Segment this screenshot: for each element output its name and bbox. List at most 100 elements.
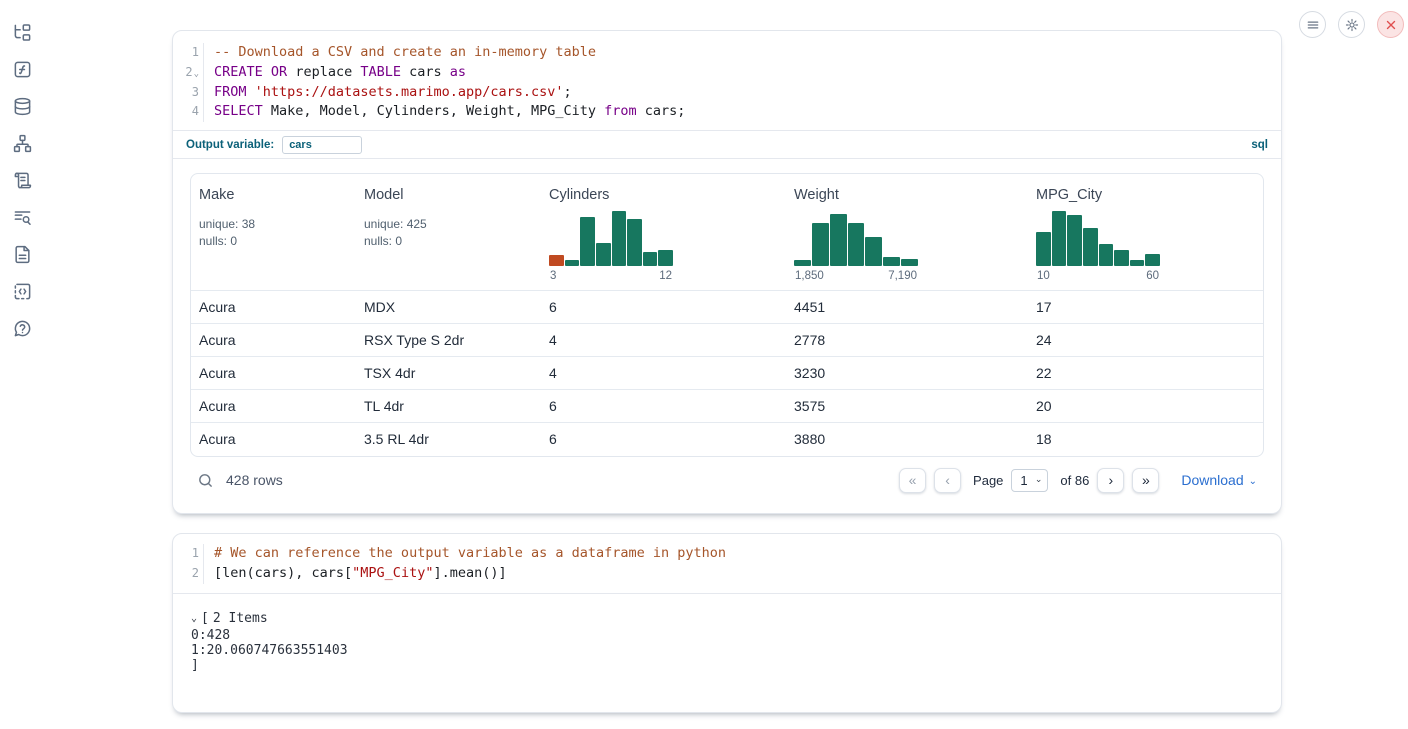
logs-icon[interactable]: [13, 208, 32, 227]
table-cell[interactable]: 20: [1028, 390, 1263, 423]
histogram-bar: [1083, 228, 1098, 267]
items-count-label: 2 Items: [213, 611, 268, 626]
histogram-bar: [549, 255, 564, 266]
shutdown-close-icon[interactable]: [1377, 11, 1404, 38]
column-name: Cylinders: [549, 187, 778, 203]
page-total-label: of 86: [1060, 473, 1089, 488]
prev-page-button[interactable]: ‹: [934, 468, 961, 493]
table-cell[interactable]: 4: [541, 324, 786, 357]
axis-max-label: 7,190: [888, 270, 917, 282]
code-line[interactable]: 1# We can reference the output variable …: [173, 544, 1281, 564]
table-cell[interactable]: Acura: [191, 390, 356, 423]
python-cell: 1# We can reference the output variable …: [172, 533, 1282, 713]
histogram-bar: [1130, 260, 1145, 267]
table-cell[interactable]: 4: [541, 357, 786, 390]
table-cell[interactable]: 6: [541, 291, 786, 324]
menu-button[interactable]: [1299, 11, 1326, 38]
line-number-gutter: 1: [173, 43, 204, 63]
list-item: 1:20.060747663551403: [191, 643, 1263, 658]
datasources-icon[interactable]: [13, 97, 32, 116]
stat-line: unique: 425: [364, 216, 533, 233]
table-row[interactable]: Acura3.5 RL 4dr6388018: [191, 423, 1263, 456]
line-number: 2: [192, 564, 199, 584]
table-cell[interactable]: 17: [1028, 291, 1263, 324]
column-header[interactable]: MPG_City1060: [1028, 174, 1263, 291]
table-cell[interactable]: 3575: [786, 390, 1028, 423]
table-cell[interactable]: 3230: [786, 357, 1028, 390]
code-line[interactable]: 2[len(cars), cars["MPG_City"].mean()]: [173, 564, 1281, 584]
column-header[interactable]: Modelunique: 425nulls: 0: [356, 174, 541, 291]
table-cell[interactable]: 24: [1028, 324, 1263, 357]
sql-code-editor[interactable]: 1-- Download a CSV and create an in-memo…: [173, 31, 1281, 130]
item-value: 20.060747663551403: [207, 643, 348, 658]
table-cell[interactable]: 3880: [786, 423, 1028, 456]
histogram-bar: [1052, 211, 1067, 266]
table-cell[interactable]: Acura: [191, 357, 356, 390]
collapse-chevron-icon[interactable]: ⌄: [191, 613, 197, 624]
fold-chevron-icon[interactable]: ⌄: [194, 70, 199, 79]
scratchpad-icon[interactable]: [13, 171, 32, 190]
file-tree-icon[interactable]: [13, 23, 32, 42]
table-cell[interactable]: 22: [1028, 357, 1263, 390]
table-cell[interactable]: TSX 4dr: [356, 357, 541, 390]
column-header[interactable]: Weight1,8507,190: [786, 174, 1028, 291]
table-cell[interactable]: MDX: [356, 291, 541, 324]
table-cell[interactable]: 18: [1028, 423, 1263, 456]
histogram-bar: [580, 217, 595, 267]
table-body: AcuraMDX6445117AcuraRSX Type S 2dr427782…: [191, 291, 1263, 456]
table-cell[interactable]: Acura: [191, 324, 356, 357]
first-page-button[interactable]: «: [899, 468, 926, 493]
code-line[interactable]: 4SELECT Make, Model, Cylinders, Weight, …: [173, 102, 1281, 122]
download-button[interactable]: Download ⌄: [1181, 472, 1257, 488]
column-header[interactable]: Cylinders312: [541, 174, 786, 291]
tree-head: ⌄ [ 2 Items: [191, 610, 1263, 628]
column-histogram: 1,8507,190: [794, 211, 918, 282]
histogram-bar: [848, 223, 865, 266]
row-count: 428 rows: [226, 472, 283, 488]
table-cell[interactable]: 6: [541, 390, 786, 423]
code-line[interactable]: 2⌄CREATE OR replace TABLE cars as: [173, 63, 1281, 83]
dependencies-icon[interactable]: [13, 134, 32, 153]
code-line[interactable]: 3FROM 'https://datasets.marimo.app/cars.…: [173, 83, 1281, 103]
python-code-editor[interactable]: 1# We can reference the output variable …: [173, 534, 1281, 593]
table-footer: 428 rows « ‹ Page 1 ⌄ of 86 › » Download…: [190, 457, 1264, 504]
documentation-icon[interactable]: [13, 245, 32, 264]
helper-sidebar: [0, 0, 44, 729]
histogram-bar: [1067, 215, 1082, 266]
column-name: MPG_City: [1036, 187, 1255, 203]
code-text: SELECT Make, Model, Cylinders, Weight, M…: [204, 102, 685, 122]
table-cell[interactable]: Acura: [191, 423, 356, 456]
page-select[interactable]: 1 ⌄: [1011, 469, 1048, 492]
snippets-icon[interactable]: [13, 282, 32, 301]
table-cell[interactable]: 4451: [786, 291, 1028, 324]
output-variable-input[interactable]: [282, 136, 362, 154]
list-item: 0:428: [191, 628, 1263, 643]
chevron-down-icon: ⌄: [1249, 476, 1257, 487]
table-cell[interactable]: TL 4dr: [356, 390, 541, 423]
functions-icon[interactable]: [13, 60, 32, 79]
open-bracket: [: [201, 611, 209, 626]
table-row[interactable]: AcuraMDX6445117: [191, 291, 1263, 324]
table-cell[interactable]: Acura: [191, 291, 356, 324]
next-page-button[interactable]: ›: [1097, 468, 1124, 493]
search-icon[interactable]: [197, 472, 214, 489]
code-text: [len(cars), cars["MPG_City"].mean()]: [204, 564, 507, 584]
table-cell[interactable]: 6: [541, 423, 786, 456]
histogram-bar: [1114, 250, 1129, 267]
axis-max-label: 12: [659, 270, 672, 282]
table-row[interactable]: AcuraRSX Type S 2dr4277824: [191, 324, 1263, 357]
help-icon[interactable]: [13, 319, 32, 338]
output-variable-label: Output variable:: [186, 139, 274, 151]
table-cell[interactable]: RSX Type S 2dr: [356, 324, 541, 357]
line-number: 4: [192, 102, 199, 122]
table-cell[interactable]: 3.5 RL 4dr: [356, 423, 541, 456]
notebook-actions: [1299, 11, 1404, 38]
histogram-bar: [901, 259, 918, 266]
last-page-button[interactable]: »: [1132, 468, 1159, 493]
code-line[interactable]: 1-- Download a CSV and create an in-memo…: [173, 43, 1281, 63]
table-row[interactable]: AcuraTL 4dr6357520: [191, 390, 1263, 423]
column-header[interactable]: Makeunique: 38nulls: 0: [191, 174, 356, 291]
table-cell[interactable]: 2778: [786, 324, 1028, 357]
table-row[interactable]: AcuraTSX 4dr4323022: [191, 357, 1263, 390]
settings-gear-icon[interactable]: [1338, 11, 1365, 38]
